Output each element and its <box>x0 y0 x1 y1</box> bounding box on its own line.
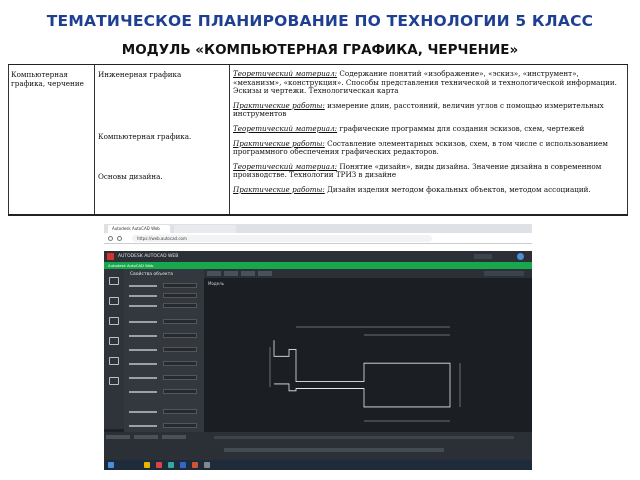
practice-label: Практические работы: <box>233 184 325 194</box>
topic-cell: Основы дизайна. <box>98 172 163 181</box>
theory-block: Теоретический материал: Понятие «дизайн»… <box>233 162 625 180</box>
start-icon[interactable] <box>108 462 114 468</box>
page-title: ТЕМАТИЧЕСКОЕ ПЛАНИРОВАНИЕ ПО ТЕХНОЛОГИИ … <box>46 12 594 30</box>
property-row[interactable] <box>129 293 201 299</box>
browser-tab[interactable] <box>174 225 236 233</box>
part-drawing <box>269 326 461 422</box>
theory-text: графические программы для создания эскиз… <box>339 123 585 133</box>
theory-block: Теоретический материал: Содержание понят… <box>233 69 625 96</box>
practice-text: Дизайн изделия методом фокальных объекто… <box>327 184 591 194</box>
bottom-tab[interactable] <box>106 435 130 439</box>
practice-block: Практические работы: Дизайн изделия мето… <box>233 184 625 195</box>
autocad-logo-icon <box>107 253 114 260</box>
browser-icon[interactable] <box>180 462 186 468</box>
drawing-canvas[interactable]: Модель <box>204 269 532 432</box>
property-row[interactable] <box>129 423 201 429</box>
command-line[interactable] <box>214 436 514 439</box>
practice-block: Практические работы: измерение длин, рас… <box>233 101 625 119</box>
theory-block: Теоретический материал: графические прог… <box>233 123 625 134</box>
url-text: https://web.autocad.com <box>137 236 187 241</box>
properties-panel: Свойства объекта <box>124 269 204 439</box>
app-icon[interactable] <box>156 462 162 468</box>
properties-title: Свойства объекта <box>130 272 173 277</box>
browser-tab-label: Autodesk AutoCAD Web <box>112 226 160 231</box>
properties-tool-icon[interactable] <box>109 377 119 385</box>
app-icon[interactable] <box>168 462 174 468</box>
content-cell: Теоретический материал: Содержание понят… <box>233 69 625 201</box>
layers-tool-icon[interactable] <box>109 337 119 345</box>
property-row[interactable] <box>129 283 201 289</box>
property-row[interactable] <box>129 409 201 415</box>
property-row[interactable] <box>129 361 201 367</box>
browser-tab-strip: Autodesk AutoCAD Web <box>104 224 532 233</box>
annotate-tool-icon[interactable] <box>109 317 119 325</box>
os-taskbar <box>104 460 532 470</box>
back-icon[interactable] <box>108 236 113 241</box>
address-bar: https://web.autocad.com <box>104 233 532 244</box>
status-bar <box>224 448 444 452</box>
property-row[interactable] <box>129 347 201 353</box>
property-row[interactable] <box>129 333 201 339</box>
app-header: AUTODESK AUTOCAD WEB <box>104 251 532 262</box>
bottom-tab[interactable] <box>162 435 186 439</box>
reload-icon[interactable] <box>117 236 122 241</box>
banner-text: Autodesk AutoCAD Web <box>108 263 154 269</box>
bottom-panel <box>104 432 532 460</box>
browser-tab[interactable]: Autodesk AutoCAD Web <box>108 225 170 233</box>
app-name: AUTODESK AUTOCAD WEB <box>118 253 179 259</box>
topic-cell: Компьютерная графика. <box>98 132 192 141</box>
modify-tool-icon[interactable] <box>109 297 119 305</box>
topic-cell: Инженерная графика <box>98 70 182 79</box>
app-icon[interactable] <box>204 462 210 468</box>
property-row[interactable] <box>129 389 201 395</box>
draw-tool-icon[interactable] <box>109 277 119 285</box>
property-row[interactable] <box>129 319 201 325</box>
bottom-tab[interactable] <box>134 435 158 439</box>
share-button[interactable] <box>474 254 492 259</box>
insert-tool-icon[interactable] <box>109 357 119 365</box>
practice-block: Практические работы: Составление элемент… <box>233 139 625 157</box>
url-field[interactable]: https://web.autocad.com <box>132 235 432 242</box>
property-row[interactable] <box>129 303 201 309</box>
tool-strip <box>104 269 124 429</box>
bookmarks-bar <box>104 244 532 251</box>
page-subtitle: МОДУЛЬ «КОМПЬЮТЕРНАЯ ГРАФИКА, ЧЕРЧЕНИЕ» <box>121 42 519 58</box>
green-banner: Autodesk AutoCAD Web <box>104 262 532 269</box>
module-cell: Компьютерная графика, черчение <box>11 70 84 88</box>
planning-table: Компьютерная графика, черчение Инженерна… <box>8 64 628 216</box>
cad-screenshot: Autodesk AutoCAD Web https://web.autocad… <box>104 224 532 470</box>
explorer-icon[interactable] <box>144 462 150 468</box>
property-row[interactable] <box>129 375 201 381</box>
theory-label: Теоретический материал: <box>233 123 338 133</box>
app-icon[interactable] <box>192 462 198 468</box>
avatar[interactable] <box>517 253 524 260</box>
